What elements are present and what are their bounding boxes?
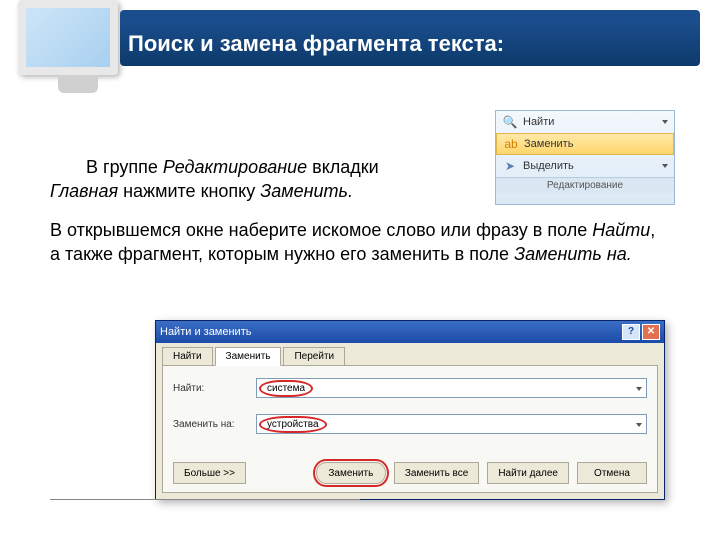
find-input[interactable]: система bbox=[256, 378, 647, 398]
ribbon-find-button[interactable]: 🔍 Найти bbox=[496, 111, 674, 133]
find-value-highlight: система bbox=[259, 380, 313, 397]
replace-all-button[interactable]: Заменить все bbox=[394, 462, 479, 484]
footer-divider bbox=[50, 499, 360, 500]
dropdown-icon bbox=[662, 120, 668, 124]
replace-value-highlight: устройства bbox=[259, 416, 327, 433]
ribbon-group-caption: Редактирование bbox=[496, 177, 674, 193]
dropdown-icon[interactable] bbox=[636, 423, 642, 427]
cancel-button[interactable]: Отмена bbox=[577, 462, 647, 484]
instruction-paragraph-2: В открывшемся окне наберите искомое слов… bbox=[50, 218, 670, 267]
instruction-paragraph-1: В группе Редактирование вкладки Главная … bbox=[50, 155, 445, 204]
find-replace-dialog: Найти и заменить ? ✕ Найти Заменить Пере… bbox=[155, 320, 665, 500]
title-bar-decor bbox=[120, 10, 700, 22]
tab-find[interactable]: Найти bbox=[162, 347, 213, 365]
dialog-titlebar: Найти и заменить ? ✕ bbox=[156, 321, 664, 343]
slide-title-bar: Поиск и замена фрагмента текста: bbox=[120, 22, 700, 66]
find-next-button[interactable]: Найти далее bbox=[487, 462, 569, 484]
tab-replace[interactable]: Заменить bbox=[215, 347, 282, 366]
tab-goto[interactable]: Перейти bbox=[283, 347, 345, 365]
slide-title: Поиск и замена фрагмента текста: bbox=[128, 31, 504, 57]
dialog-title-text: Найти и заменить bbox=[160, 326, 620, 338]
find-label: Найти: bbox=[173, 383, 248, 394]
replace-input[interactable]: устройства bbox=[256, 414, 647, 434]
ribbon-editing-group: 🔍 Найти ab Заменить ➤ Выделить Редактиро… bbox=[495, 110, 675, 205]
cursor-icon: ➤ bbox=[502, 158, 518, 174]
replace-label: Заменить на: bbox=[173, 419, 248, 430]
dropdown-icon[interactable] bbox=[636, 387, 642, 391]
dialog-close-button[interactable]: ✕ bbox=[642, 324, 660, 340]
replace-button[interactable]: Заменить bbox=[316, 462, 386, 484]
ribbon-select-button[interactable]: ➤ Выделить bbox=[496, 155, 674, 177]
binoculars-icon: 🔍 bbox=[502, 114, 518, 130]
dialog-tabs: Найти Заменить Перейти bbox=[156, 343, 664, 365]
more-button[interactable]: Больше >> bbox=[173, 462, 246, 484]
dropdown-icon bbox=[662, 164, 668, 168]
dialog-body: Найти: система Заменить на: устройства Б… bbox=[162, 365, 658, 493]
replace-icon: ab bbox=[503, 136, 519, 152]
dialog-help-button[interactable]: ? bbox=[622, 324, 640, 340]
ribbon-replace-button[interactable]: ab Заменить bbox=[496, 133, 674, 155]
